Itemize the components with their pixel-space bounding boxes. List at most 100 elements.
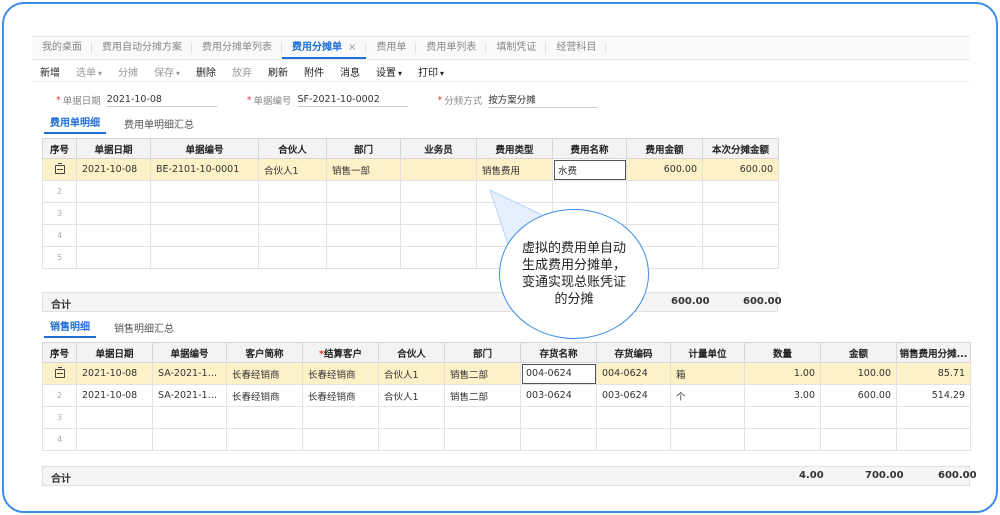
table-cell[interactable]: BE-2101-10-0001 (150, 158, 259, 181)
tab-item[interactable]: 费用单 (366, 37, 417, 59)
table-cell[interactable] (226, 428, 303, 451)
table-cell[interactable] (258, 246, 327, 269)
column-header[interactable]: 存货名称 (520, 342, 597, 363)
tab-item[interactable]: 我的桌面 (32, 37, 92, 59)
toolbar-button[interactable]: 保存 ▾ (146, 64, 188, 79)
table-row[interactable]: 2021-10-08 BE-2101-10-0001 合伙人1 销售一部 销售费用 水费 6… (42, 158, 779, 181)
table-cell[interactable]: 004-0624 (596, 362, 671, 385)
table-cell[interactable]: 1.00 (744, 362, 821, 385)
tab-item[interactable]: 费用单列表 (416, 37, 487, 59)
table-cell[interactable]: 600.00 (820, 384, 897, 407)
table-cell[interactable]: 4 (42, 428, 77, 451)
column-header[interactable]: 部门 (444, 342, 521, 363)
tab-item[interactable]: 费用分摊单列表 (192, 37, 282, 59)
table-cell[interactable] (520, 428, 597, 451)
table-cell[interactable]: 长春经销商 (226, 384, 303, 407)
table-cell[interactable] (626, 202, 703, 225)
table-cell[interactable] (400, 224, 477, 247)
table-cell[interactable]: 2021-10-08 (76, 158, 151, 181)
table-cell[interactable]: 长春经销商 (302, 384, 379, 407)
table-cell[interactable]: 004-0624 (520, 362, 597, 385)
table-cell[interactable] (76, 180, 151, 203)
table-cell[interactable]: 销售二部 (444, 384, 521, 407)
empty-row[interactable]: 2 (42, 180, 779, 203)
table-cell[interactable] (226, 406, 303, 429)
table-cell[interactable] (896, 406, 971, 429)
column-header[interactable]: 序号 (42, 342, 77, 363)
table-cell[interactable]: 2021-10-08 (76, 384, 153, 407)
table-cell[interactable]: 合伙人1 (258, 158, 327, 181)
row-edit-icon[interactable] (54, 163, 65, 174)
table-cell[interactable]: 销售二部 (444, 362, 521, 385)
table-cell[interactable] (76, 202, 151, 225)
tab-item[interactable]: 费用自动分摊方案 (92, 37, 192, 59)
table-cell[interactable]: 5 (42, 246, 77, 269)
tab-item[interactable]: 费用分摊单 × (282, 37, 367, 59)
table-cell[interactable]: 销售费用 (476, 158, 553, 181)
table-cell[interactable] (520, 406, 597, 429)
column-header[interactable]: 费用类型 (476, 138, 553, 159)
table-cell[interactable] (152, 406, 227, 429)
row-edit-icon[interactable] (54, 367, 65, 378)
table-cell[interactable] (820, 406, 897, 429)
tab-expense-detail[interactable]: 费用单明细 (44, 114, 106, 134)
toolbar-button[interactable]: 刷新 (260, 64, 296, 79)
toolbar-button[interactable]: 选单 ▾ (68, 64, 110, 79)
table-cell[interactable] (670, 428, 745, 451)
table-cell[interactable]: SA-2021-10... (152, 362, 227, 385)
table-cell[interactable] (326, 180, 401, 203)
table-cell[interactable] (378, 428, 445, 451)
table-cell[interactable]: 600.00 (702, 158, 779, 181)
column-header[interactable]: 数量 (744, 342, 821, 363)
doc-number-input[interactable]: SF-2021-10-0002 (297, 94, 408, 107)
table-cell[interactable] (326, 224, 401, 247)
table-cell[interactable] (444, 406, 521, 429)
column-header[interactable]: *结算客户 (302, 342, 379, 363)
table-cell[interactable] (258, 224, 327, 247)
toolbar-button[interactable]: 打印 ▾ (410, 64, 452, 79)
table-cell[interactable] (820, 428, 897, 451)
column-header[interactable]: 单据日期 (76, 342, 153, 363)
table-cell[interactable]: 水费 (552, 158, 627, 181)
table-cell[interactable] (258, 202, 327, 225)
table-cell[interactable]: 4 (42, 224, 77, 247)
table-cell[interactable]: 个 (670, 384, 745, 407)
empty-row[interactable]: 5 (42, 246, 779, 269)
table-cell[interactable]: 合伙人1 (378, 362, 445, 385)
table-cell[interactable] (326, 246, 401, 269)
table-cell[interactable]: 003-0624 (520, 384, 597, 407)
table-cell[interactable]: 85.71 (896, 362, 971, 385)
table-cell[interactable] (400, 180, 477, 203)
table-cell[interactable] (150, 224, 259, 247)
empty-row[interactable]: 3 (42, 202, 779, 225)
table-cell[interactable] (670, 406, 745, 429)
tab-expense-summary[interactable]: 费用单明细汇总 (118, 116, 200, 134)
column-header[interactable]: 费用金额 (626, 138, 703, 159)
tab-item[interactable]: 填制凭证 (486, 37, 547, 59)
column-header[interactable]: 合伙人 (258, 138, 327, 159)
table-cell[interactable] (258, 180, 327, 203)
table-cell[interactable] (76, 428, 153, 451)
column-header[interactable]: 客户简称 (226, 342, 303, 363)
method-select[interactable]: 按方案分摊 (488, 92, 599, 108)
column-header[interactable]: 单据编号 (150, 138, 259, 159)
table-cell[interactable]: 003-0624 (596, 384, 671, 407)
date-input[interactable]: 2021-10-08 (106, 94, 217, 107)
table-cell[interactable]: 2 (42, 384, 77, 407)
table-cell[interactable] (596, 428, 671, 451)
table-cell[interactable]: 100.00 (820, 362, 897, 385)
table-cell[interactable] (702, 224, 779, 247)
table-cell[interactable] (42, 158, 77, 181)
column-header[interactable]: 单据日期 (76, 138, 151, 159)
column-header[interactable]: 金额 (820, 342, 897, 363)
table-cell[interactable] (552, 180, 627, 203)
column-header[interactable]: 计量单位 (670, 342, 745, 363)
toolbar-button[interactable]: 设置 ▾ (368, 64, 410, 79)
table-cell[interactable]: 514.29 (896, 384, 971, 407)
column-header[interactable]: 本次分摊金额 (702, 138, 779, 159)
column-header[interactable]: 费用名称 (552, 138, 627, 159)
toolbar-button[interactable]: 删除 (188, 64, 224, 79)
table-cell[interactable]: 2021-10-08 (76, 362, 153, 385)
column-header[interactable]: 单据编号 (152, 342, 227, 363)
table-cell[interactable] (76, 224, 151, 247)
